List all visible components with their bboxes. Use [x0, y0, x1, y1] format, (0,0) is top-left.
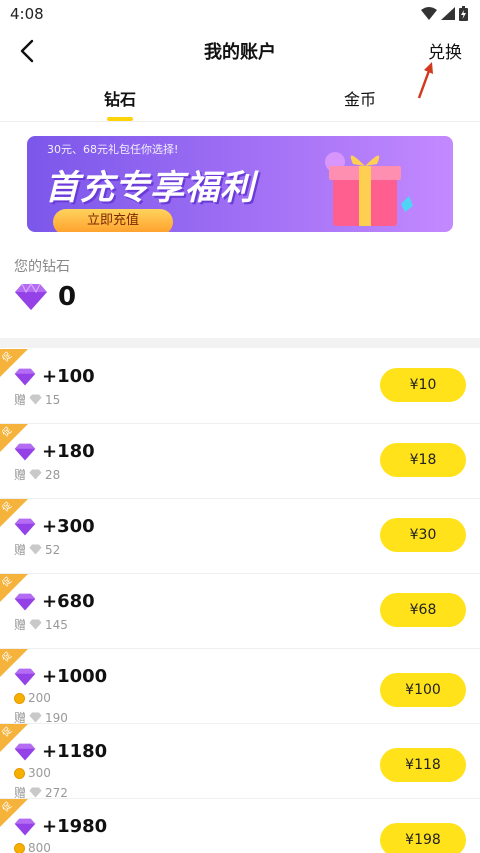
recharge-pack-row[interactable]: 促 +300 赠 52 ¥30 — [0, 499, 480, 574]
pack-gift-line: 赠 145 — [14, 616, 68, 633]
pack-coins-line: 300 — [14, 766, 51, 780]
price-button[interactable]: ¥18 — [380, 443, 466, 477]
pack-amount-row: +1000 — [14, 666, 107, 687]
pack-amount-row: +180 — [14, 441, 95, 462]
status-time: 4:08 — [10, 5, 44, 23]
gift-gems: 145 — [45, 617, 68, 632]
nav-bar: 我的账户 兑换 — [0, 28, 480, 74]
gift-gems: 272 — [45, 785, 68, 800]
gift-gems: 190 — [45, 710, 68, 725]
recharge-pack-row[interactable]: 促 +1980 800 ¥198 — [0, 799, 480, 853]
pack-amount: +1180 — [42, 741, 108, 762]
pack-amount: +100 — [42, 366, 95, 387]
diamond-icon — [14, 818, 36, 835]
pack-amount: +680 — [42, 591, 95, 612]
diamond-icon — [14, 593, 36, 610]
tab-bar: 钻石 金币 — [0, 80, 480, 121]
banner-headline: 首充专享福利 — [45, 168, 255, 208]
pack-coins-line: 200 — [14, 691, 51, 705]
tab-diamonds[interactable]: 钻石 — [104, 86, 136, 110]
gift-label: 赠 — [14, 543, 27, 557]
diamond-icon — [14, 443, 36, 460]
pack-gift-line: 赠 15 — [14, 391, 60, 408]
gift-gems: 28 — [45, 467, 61, 482]
small-diamond-icon — [29, 394, 42, 405]
gift-label: 赠 — [14, 618, 27, 632]
gift-box-icon — [325, 152, 413, 226]
balance-row: 0 — [14, 282, 76, 312]
recharge-now-button[interactable]: 立即充值 — [53, 209, 173, 232]
recharge-pack-row[interactable]: 促 +100 赠 15 ¥10 — [0, 349, 480, 424]
signal-icon — [441, 7, 455, 20]
pack-amount: +1000 — [42, 666, 108, 687]
pack-coins: 800 — [28, 841, 51, 853]
balance-value: 0 — [58, 282, 77, 312]
diamond-icon — [15, 283, 47, 310]
tabs-divider — [0, 121, 480, 122]
diamond-icon — [14, 668, 36, 685]
pack-coins: 200 — [28, 691, 51, 705]
recharge-pack-row[interactable]: 促 +680 赠 145 ¥68 — [0, 574, 480, 649]
pack-coins: 300 — [28, 766, 51, 780]
recharge-pack-row[interactable]: 促 +1180 300 赠 272 ¥118 — [0, 724, 480, 800]
price-button[interactable]: ¥100 — [380, 673, 466, 707]
gift-label: 赠 — [14, 468, 27, 482]
pack-amount-row: +680 — [14, 591, 95, 612]
balance-label: 您的钻石 — [14, 259, 70, 275]
small-diamond-icon — [29, 712, 42, 723]
status-icons — [421, 6, 468, 21]
pack-gift-line: 赠 52 — [14, 541, 60, 558]
recharge-pack-row[interactable]: 促 +1000 200 赠 190 ¥100 — [0, 649, 480, 725]
tab-coins[interactable]: 金币 — [344, 86, 376, 110]
coin-icon — [14, 767, 25, 779]
price-button[interactable]: ¥198 — [380, 823, 466, 853]
recharge-pack-row[interactable]: 促 +180 赠 28 ¥18 — [0, 424, 480, 499]
pack-gift-line: 赠 28 — [14, 466, 60, 483]
pack-amount: +1980 — [42, 816, 108, 837]
diamond-icon — [14, 368, 36, 385]
status-bar: 4:08 — [0, 0, 480, 28]
small-diamond-icon — [29, 619, 42, 630]
diamond-icon — [14, 518, 36, 535]
gift-gems: 52 — [45, 542, 61, 557]
wifi-icon — [421, 7, 437, 20]
price-button[interactable]: ¥30 — [380, 518, 466, 552]
pack-amount: +300 — [42, 516, 95, 537]
coin-icon — [14, 692, 25, 704]
small-diamond-icon — [29, 787, 42, 798]
price-button[interactable]: ¥118 — [380, 748, 466, 782]
small-diamond-icon — [29, 544, 42, 555]
pack-coins-line: 800 — [14, 841, 51, 853]
gift-gems: 15 — [45, 392, 61, 407]
section-divider — [0, 338, 480, 348]
price-button[interactable]: ¥68 — [380, 593, 466, 627]
diamond-icon — [14, 743, 36, 760]
pack-amount-row: +1180 — [14, 741, 107, 762]
promo-banner[interactable]: 30元、68元礼包任你选择! 首充专享福利 立即充值 — [27, 136, 453, 232]
coin-icon — [14, 842, 25, 853]
pack-amount: +180 — [42, 441, 95, 462]
pack-amount-row: +300 — [14, 516, 95, 537]
pack-amount-row: +1980 — [14, 816, 107, 837]
pack-amount-row: +100 — [14, 366, 95, 387]
gift-label: 赠 — [14, 393, 27, 407]
small-diamond-icon — [29, 469, 42, 480]
price-button[interactable]: ¥10 — [380, 368, 466, 402]
page-title: 我的账户 — [204, 42, 276, 63]
banner-subtitle: 30元、68元礼包任你选择! — [47, 143, 179, 156]
battery-icon — [459, 6, 468, 21]
